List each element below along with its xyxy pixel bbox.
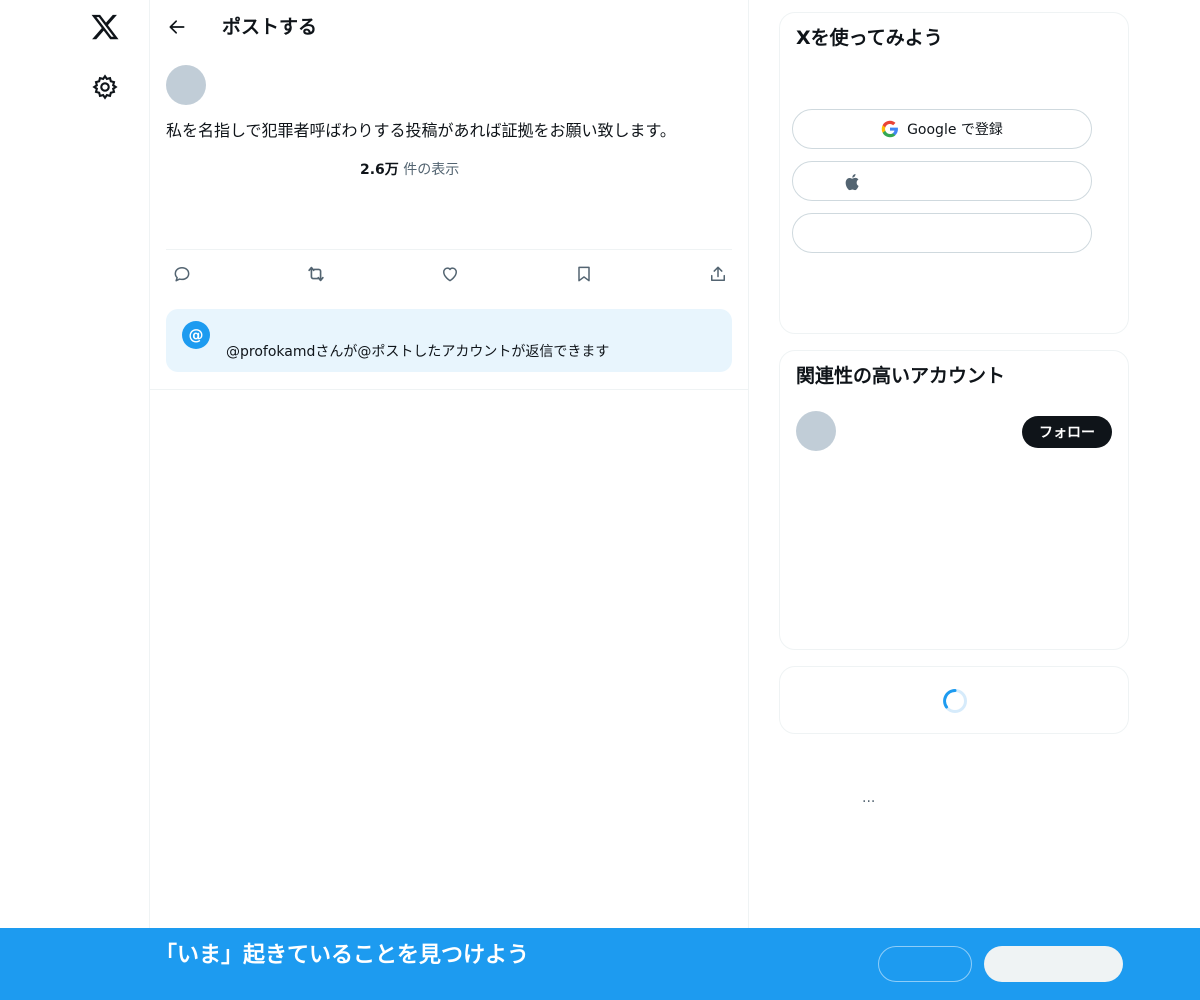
apple-signup-button[interactable] [792, 161, 1092, 201]
reply-icon [174, 267, 190, 282]
follow-button[interactable]: フォロー [1022, 416, 1112, 448]
loading-card [779, 666, 1129, 734]
bottom-banner-text: 「いま」起きていることを見つけよう [155, 943, 530, 968]
share-icon [711, 266, 725, 281]
heart-icon [443, 267, 457, 282]
divider [150, 389, 749, 390]
view-count-label: 件の表示 [398, 162, 460, 178]
left-nav [0, 0, 150, 1000]
repost-button[interactable] [304, 262, 328, 286]
related-accounts-card: 関連性の高いアカウント フォロー [779, 350, 1129, 650]
like-button[interactable] [438, 262, 462, 286]
avatar[interactable] [166, 65, 206, 105]
reply-button[interactable] [170, 262, 194, 286]
loading-spinner-icon [943, 689, 967, 713]
view-count-number: 2.6万 [360, 162, 399, 178]
repost-icon [308, 266, 324, 282]
reply-restriction-text: @profokamdさんが@ポストしたアカウントが返信できます [226, 344, 610, 360]
view-count: 2.6万 件の表示 [360, 160, 459, 180]
post-text: 私を名指しで犯罪者呼ばわりする投稿があれば証拠をお願い致します。 [166, 121, 676, 140]
register-button[interactable] [984, 946, 1123, 982]
google-icon [881, 120, 899, 138]
avatar[interactable] [796, 411, 836, 451]
bookmark-button[interactable] [572, 262, 596, 286]
main-column: ポストする 私を名指しで犯罪者呼ばわりする投稿があれば証拠をお願い致します。 2… [150, 0, 749, 1000]
signup-card-title: Xを使ってみよう [796, 27, 943, 49]
back-button[interactable] [164, 14, 190, 40]
google-signup-button[interactable]: Google で登録 [792, 109, 1092, 149]
share-button[interactable] [706, 262, 730, 286]
header: ポストする [150, 0, 749, 54]
login-button[interactable] [878, 946, 972, 982]
x-logo-icon[interactable] [90, 12, 120, 42]
signup-card: Xを使ってみよう Google で登録 [779, 12, 1129, 334]
bottom-signup-banner: 「いま」起きていることを見つけよう [0, 928, 1200, 1000]
apple-icon [845, 174, 859, 191]
arrow-left-icon [169, 20, 185, 34]
bookmark-icon [578, 266, 590, 282]
related-accounts-title: 関連性の高いアカウント [796, 365, 1006, 387]
action-bar [166, 249, 732, 297]
page-title: ポストする [222, 16, 318, 38]
more-ellipsis[interactable]: ... [862, 790, 875, 806]
reply-restriction-notice: @ @profokamdさんが@ポストしたアカウントが返信できます [166, 309, 732, 372]
at-icon: @ [182, 321, 210, 349]
create-account-button[interactable] [792, 213, 1092, 253]
google-signup-label: Google で登録 [907, 122, 1003, 138]
gear-icon[interactable] [91, 73, 119, 101]
